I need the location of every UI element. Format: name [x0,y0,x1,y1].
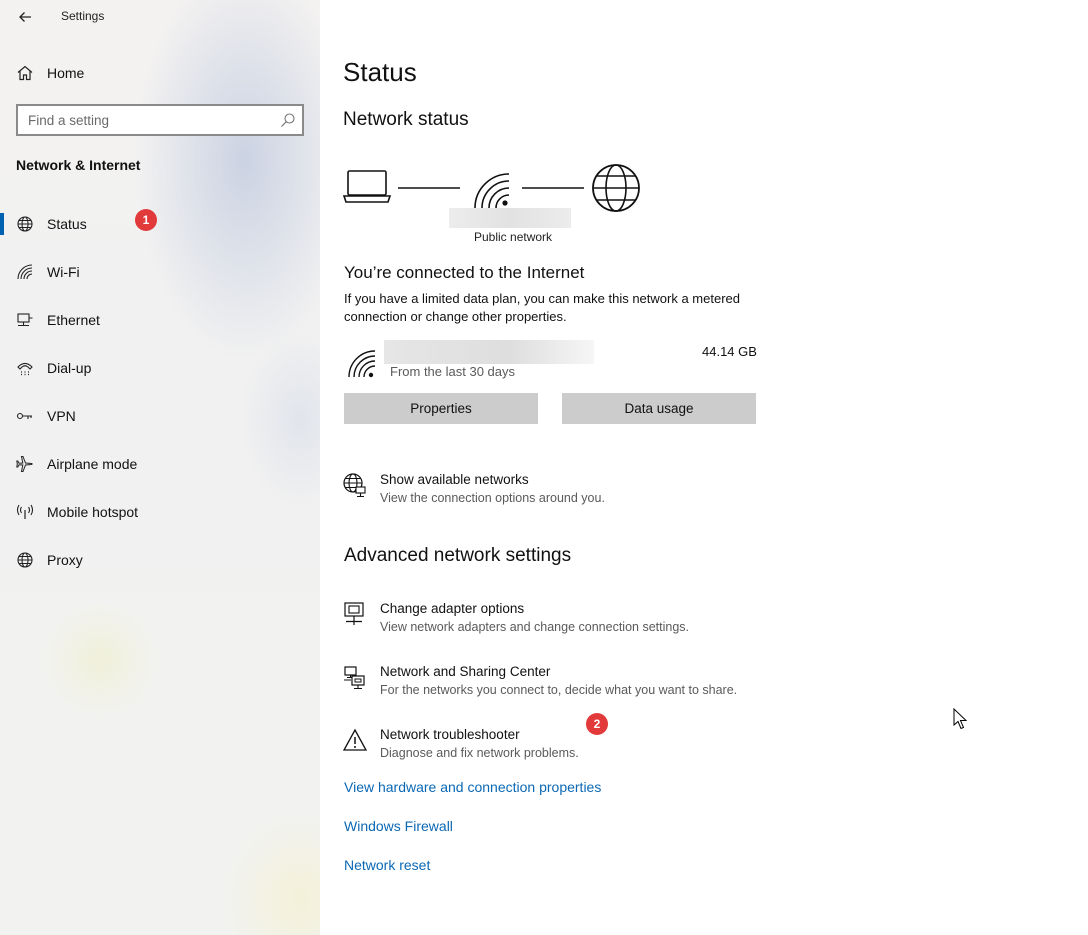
ethernet-icon [17,313,33,327]
title-bar: Settings [0,0,320,34]
network-type-label: Public network [474,230,553,244]
airplane-icon [16,456,33,472]
sidebar-item-mobile-hotspot[interactable]: Mobile hotspot [0,494,320,530]
home-label: Home [47,65,85,81]
network-troubleshooter[interactable]: Network troubleshooter Diagnose and fix … [342,727,822,771]
row-subtitle: Diagnose and fix network problems. [380,746,579,760]
sidebar-item-label: Airplane mode [47,456,138,472]
sharing-center-icon [344,666,365,690]
sidebar-item-dialup[interactable]: Dial-up [0,350,320,386]
dialup-icon [17,362,33,376]
wifi-icon [17,264,33,280]
app-title: Settings [61,9,105,23]
usage-period: From the last 30 days [390,364,515,379]
section-title: Network & Internet [16,157,141,173]
back-button[interactable] [14,6,36,28]
sidebar-item-label: Ethernet [47,312,100,328]
connection-status-description: If you have a limited data plan, you can… [344,291,740,324]
back-arrow-icon [19,12,31,22]
row-title: Show available networks [380,472,529,487]
sidebar-item-status[interactable]: Status [0,206,320,242]
search-input[interactable] [28,111,268,129]
row-subtitle: View the connection options around you. [380,491,605,505]
search-box[interactable] [16,104,304,136]
usage-amount: 44.14 GB [702,344,757,359]
mouse-cursor-icon [953,708,968,730]
sidebar: Settings Home Network & Internet Status … [0,0,320,935]
network-reset-link[interactable]: Network reset [344,857,430,873]
main-content: Status Network status Public network You… [320,0,1088,935]
sidebar-item-label: Mobile hotspot [47,504,139,520]
advanced-settings-heading: Advanced network settings [344,545,572,566]
sidebar-item-label: Status [47,216,87,232]
page-title: Status [343,57,417,87]
globe-network-icon [343,473,366,498]
row-title: Network and Sharing Center [380,664,551,679]
laptop-icon [342,170,392,203]
connection-status-title: You’re connected to the Internet [344,263,585,282]
hotspot-icon [16,504,34,519]
sidebar-item-ethernet[interactable]: Ethernet [0,302,320,338]
network-name-redacted [384,340,594,364]
view-hardware-properties-link[interactable]: View hardware and connection properties [344,779,601,795]
globe-icon [17,552,33,568]
sidebar-item-label: VPN [47,408,76,424]
search-icon[interactable] [280,112,296,128]
network-diagram: Public network [342,160,652,250]
sidebar-item-proxy[interactable]: Proxy [0,542,320,578]
adapter-icon [344,602,364,625]
wifi-router-icon [474,173,510,209]
sidebar-item-label: Dial-up [47,360,92,376]
data-usage-button[interactable]: Data usage [562,393,756,424]
windows-firewall-link[interactable]: Windows Firewall [344,818,453,834]
globe-icon [17,216,33,232]
sidebar-item-label: Proxy [47,552,83,568]
internet-globe-icon [592,164,640,212]
home-nav-item[interactable]: Home [16,60,296,86]
row-subtitle: For the networks you connect to, decide … [380,683,738,697]
network-name-redacted [449,208,571,228]
warning-icon [342,728,368,751]
show-available-networks[interactable]: Show available networks View the connect… [342,472,822,516]
network-and-sharing-center[interactable]: Network and Sharing Center For the netwo… [342,664,822,708]
properties-button[interactable]: Properties [344,393,538,424]
change-adapter-options[interactable]: Change adapter options View network adap… [342,601,822,645]
sidebar-item-wifi[interactable]: Wi-Fi [0,254,320,290]
row-title: Network troubleshooter [380,727,520,742]
home-icon [17,65,33,81]
row-title: Change adapter options [380,601,525,616]
sidebar-item-vpn[interactable]: VPN [0,398,320,434]
network-status-heading: Network status [343,109,469,130]
row-subtitle: View network adapters and change connect… [380,620,689,634]
sidebar-item-label: Wi-Fi [47,264,80,280]
sidebar-item-airplane-mode[interactable]: Airplane mode [0,446,320,482]
annotation-badge-2: 2 [586,713,608,735]
wifi-icon [348,350,376,378]
annotation-badge-1: 1 [135,209,157,231]
vpn-icon [16,412,32,420]
